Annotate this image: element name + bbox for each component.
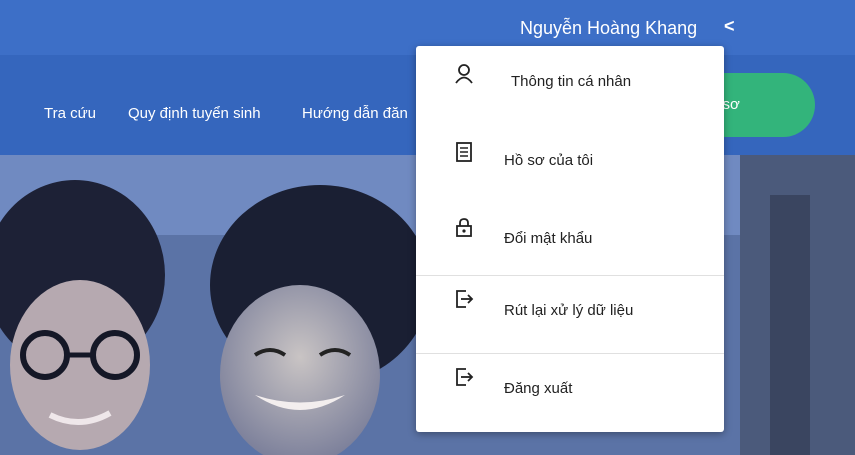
logout-icon: [456, 368, 474, 386]
menu-item-rut-lai-xu-ly[interactable]: Rút lại xử lý dữ liệu: [416, 281, 724, 341]
menu-divider: [416, 275, 724, 276]
menu-label-dang-xuat: Đăng xuất: [504, 380, 573, 397]
lock-icon: [456, 218, 472, 237]
user-icon: [455, 64, 473, 84]
chevron-left-icon[interactable]: <: [724, 16, 735, 37]
menu-label-rut-lai: Rút lại xử lý dữ liệu: [504, 302, 634, 319]
nav-quy-dinh-tuyen-sinh[interactable]: Quy định tuyển sinh: [128, 105, 261, 122]
menu-label-ho-so: Hồ sơ của tôi: [504, 152, 594, 169]
menu-label-thong-tin: Thông tin cá nhân: [511, 73, 632, 90]
menu-item-ho-so-cua-toi[interactable]: Hồ sơ của tôi: [416, 124, 724, 184]
exit-icon: [456, 290, 474, 308]
menu-item-thong-tin-ca-nhan[interactable]: Thông tin cá nhân: [416, 46, 724, 106]
menu-item-dang-xuat[interactable]: Đăng xuất: [416, 359, 724, 419]
menu-item-doi-mat-khau[interactable]: Đổi mật khẩu: [416, 202, 724, 262]
menu-label-doi-mat-khau: Đổi mật khẩu: [504, 230, 593, 247]
user-dropdown-menu: Thông tin cá nhân Hồ sơ của tôi Đổi mật …: [416, 46, 724, 432]
user-name[interactable]: Nguyễn Hoàng Khang: [520, 18, 697, 39]
nav-huong-dan-dang-ky[interactable]: Hướng dẫn đăn: [302, 105, 408, 122]
nav-tra-cuu[interactable]: Tra cứu: [44, 105, 96, 122]
document-icon: [456, 142, 472, 162]
menu-divider: [416, 353, 724, 354]
